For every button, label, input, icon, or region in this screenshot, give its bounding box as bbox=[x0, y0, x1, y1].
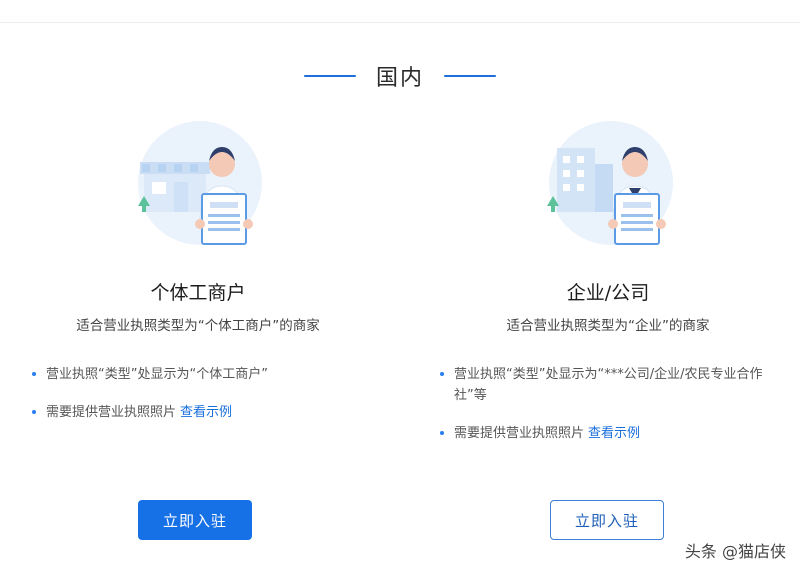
header-line-left bbox=[303, 75, 356, 77]
requirement-item: 需要提供营业执照照片 查看示例 bbox=[32, 402, 372, 423]
section-title: 国内 bbox=[375, 66, 424, 91]
apply-now-button[interactable]: 立即入驻 bbox=[550, 500, 664, 540]
requirement-text: 营业执照“类型”处显示为“个体工商户” bbox=[46, 367, 268, 382]
card-individual-business: 个体工商户 适合营业执照类型为“个体工商户”的商家 营业执照“类型”处显示为“个… bbox=[0, 118, 400, 574]
requirement-text: 需要提供营业执照照片 bbox=[46, 405, 177, 420]
card-title: 个体工商户 bbox=[150, 282, 246, 304]
header-line-right bbox=[444, 75, 496, 77]
card-subtitle: 适合营业执照类型为“个体工商户”的商家 bbox=[76, 318, 320, 334]
storefront-license-illustration bbox=[130, 118, 270, 248]
apply-now-button[interactable]: 立即入驻 bbox=[138, 500, 252, 540]
office-building-license-illustration bbox=[541, 118, 681, 248]
requirement-item: 营业执照“类型”处显示为“个体工商户” bbox=[32, 364, 372, 385]
card-enterprise-company: 企业/公司 适合营业执照类型为“企业”的商家 营业执照“类型”处显示为“***公… bbox=[400, 118, 800, 574]
requirement-item: 营业执照“类型”处显示为“***公司/企业/农民专业合作社”等 bbox=[440, 364, 770, 406]
requirements-list: 营业执照“类型”处显示为“个体工商户” 需要提供营业执照照片 查看示例 bbox=[32, 364, 372, 440]
view-example-link[interactable]: 查看示例 bbox=[180, 405, 232, 420]
requirement-item: 需要提供营业执照照片 查看示例 bbox=[440, 423, 770, 444]
section-header: 国内 bbox=[0, 58, 800, 94]
requirement-text: 需要提供营业执照照片 bbox=[454, 426, 585, 441]
card-subtitle: 适合营业执照类型为“企业”的商家 bbox=[506, 318, 710, 334]
watermark: 头条 @猫店侠 bbox=[684, 542, 786, 561]
requirement-text: 营业执照“类型”处显示为“***公司/企业/农民专业合作社”等 bbox=[454, 367, 763, 403]
view-example-link[interactable]: 查看示例 bbox=[588, 426, 640, 441]
requirements-list: 营业执照“类型”处显示为“***公司/企业/农民专业合作社”等 需要提供营业执照… bbox=[440, 364, 770, 461]
card-title: 企业/公司 bbox=[566, 282, 650, 304]
top-divider bbox=[0, 22, 800, 23]
